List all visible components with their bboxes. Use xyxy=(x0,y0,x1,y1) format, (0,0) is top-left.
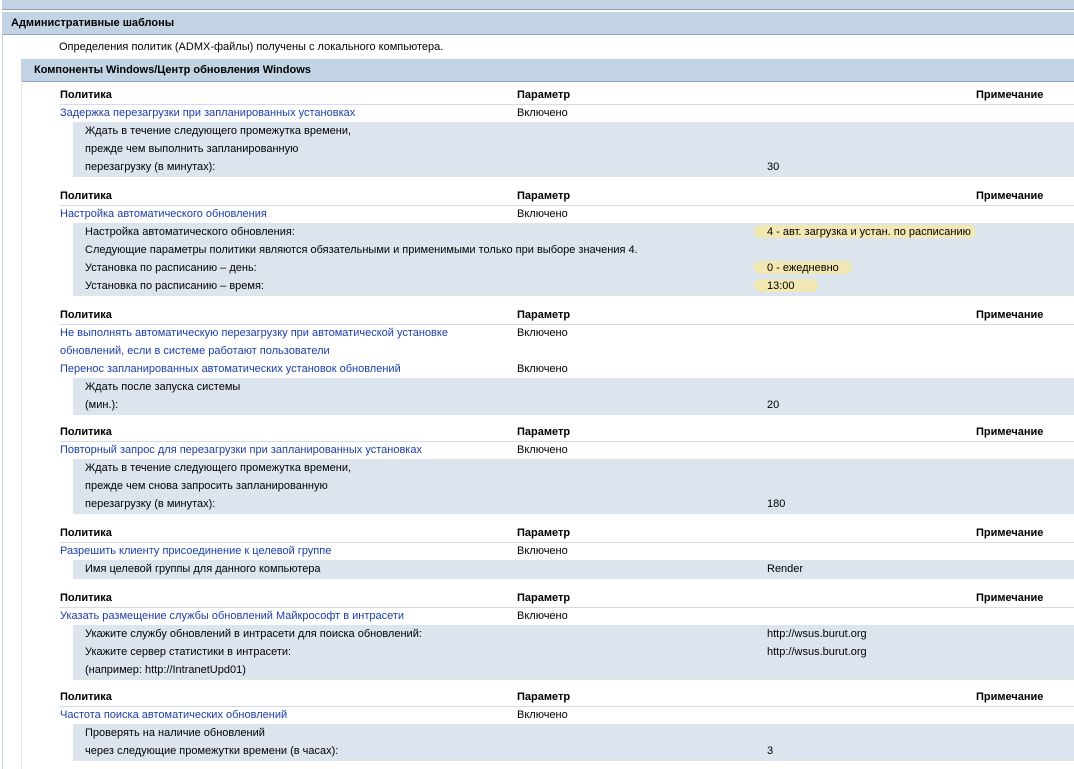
setting-value: http://wsus.burut.org xyxy=(767,646,867,658)
column-header-comment: Примечание xyxy=(976,592,1044,604)
setting-label: перезагрузку (в минутах): xyxy=(85,498,216,510)
section-title: Административные шаблоны xyxy=(11,17,175,29)
setting-value: 30 xyxy=(767,161,780,173)
setting-label: Настройка автоматического обновления: xyxy=(85,226,295,238)
policy-link[interactable]: Не выполнять автоматическую перезагрузку… xyxy=(60,324,448,342)
policy-state: Включено xyxy=(517,545,568,557)
setting-label: Ждать после запуска системы xyxy=(85,381,241,393)
column-header-comment: Примечание xyxy=(976,309,1044,321)
setting-value: 0 - ежедневно xyxy=(767,262,839,274)
column-header-param: Параметр xyxy=(517,691,571,703)
setting-label: прежде чем выполнить запланированную xyxy=(85,143,299,155)
setting-label: Имя целевой группы для данного компьютер… xyxy=(85,563,321,575)
setting-label: Ждать в течение следующего промежутка вр… xyxy=(85,462,352,474)
component-rule xyxy=(21,81,22,769)
column-header-policy: Политика xyxy=(60,592,112,604)
setting-label: Следующие параметры политики являются об… xyxy=(85,244,638,256)
section-header[interactable]: Административные шаблоны xyxy=(2,12,1074,35)
setting-label: прежде чем снова запросить запланированн… xyxy=(85,480,328,492)
policy-link[interactable]: Задержка перезагрузки при запланированны… xyxy=(60,104,355,122)
column-header-policy: Политика xyxy=(60,691,112,703)
column-header-comment: Примечание xyxy=(976,527,1044,539)
section-note: Определения политик (ADMX-файлы) получен… xyxy=(59,41,444,53)
column-header-param: Параметр xyxy=(517,89,571,101)
setting-value: http://wsus.burut.org xyxy=(767,628,867,640)
column-header-comment: Примечание xyxy=(976,190,1044,202)
section-rule xyxy=(2,34,3,769)
column-header-policy: Политика xyxy=(60,89,112,101)
column-header-param: Параметр xyxy=(517,190,571,202)
policy-link-continued[interactable]: обновлений, если в системе работают поль… xyxy=(60,342,330,360)
policy-state: Включено xyxy=(517,208,568,220)
column-header-param: Параметр xyxy=(517,309,571,321)
policy-link[interactable]: Разрешить клиенту присоединение к целево… xyxy=(60,542,331,560)
setting-label: (например: http://IntranetUpd01) xyxy=(85,664,246,676)
column-header-comment: Примечание xyxy=(976,426,1044,438)
top-strip xyxy=(0,0,1074,10)
policy-link[interactable]: Указать размещение службы обновлений Май… xyxy=(60,607,404,625)
column-header-param: Параметр xyxy=(517,592,571,604)
policy-state: Включено xyxy=(517,444,568,456)
policy-link[interactable]: Перенос запланированных автоматических у… xyxy=(60,360,401,378)
policy-link[interactable]: Частота поиска автоматических обновлений xyxy=(60,706,287,724)
component-header[interactable]: Компоненты Windows/Центр обновления Wind… xyxy=(21,59,1074,82)
setting-label: перезагрузку (в минутах): xyxy=(85,161,216,173)
setting-value: Render xyxy=(767,563,804,575)
setting-value: 13:00 xyxy=(767,280,795,292)
policy-state: Включено xyxy=(517,363,568,375)
setting-label: Установка по расписанию – время: xyxy=(85,280,264,292)
column-header-policy: Политика xyxy=(60,426,112,438)
setting-label: (мин.): xyxy=(85,399,119,411)
setting-label: Ждать в течение следующего промежутка вр… xyxy=(85,125,352,137)
policy-state: Включено xyxy=(517,107,568,119)
setting-label: Укажите службу обновлений в интрасети дл… xyxy=(85,628,422,640)
setting-value: 20 xyxy=(767,399,780,411)
column-header-comment: Примечание xyxy=(976,89,1044,101)
setting-label: Установка по расписанию – день: xyxy=(85,262,257,274)
policy-link[interactable]: Повторный запрос для перезагрузки при за… xyxy=(60,441,422,459)
policy-link[interactable]: Настройка автоматического обновления xyxy=(60,205,267,223)
policy-state: Включено xyxy=(517,709,568,721)
setting-value: 4 - авт. загрузка и устан. по расписанию xyxy=(767,226,971,238)
column-header-policy: Политика xyxy=(60,309,112,321)
setting-label: Укажите сервер статистики в интрасети: xyxy=(85,646,292,658)
column-header-policy: Политика xyxy=(60,527,112,539)
setting-label: Проверять на наличие обновлений xyxy=(85,727,265,739)
setting-label: через следующие промежутки времени (в ча… xyxy=(85,745,339,757)
setting-value: 180 xyxy=(767,498,786,510)
policy-state: Включено xyxy=(517,327,568,339)
setting-value: 3 xyxy=(767,745,774,757)
column-header-comment: Примечание xyxy=(976,691,1044,703)
component-title: Компоненты Windows/Центр обновления Wind… xyxy=(34,64,311,76)
column-header-param: Параметр xyxy=(517,527,571,539)
column-header-policy: Политика xyxy=(60,190,112,202)
policy-state: Включено xyxy=(517,610,568,622)
column-header-param: Параметр xyxy=(517,426,571,438)
